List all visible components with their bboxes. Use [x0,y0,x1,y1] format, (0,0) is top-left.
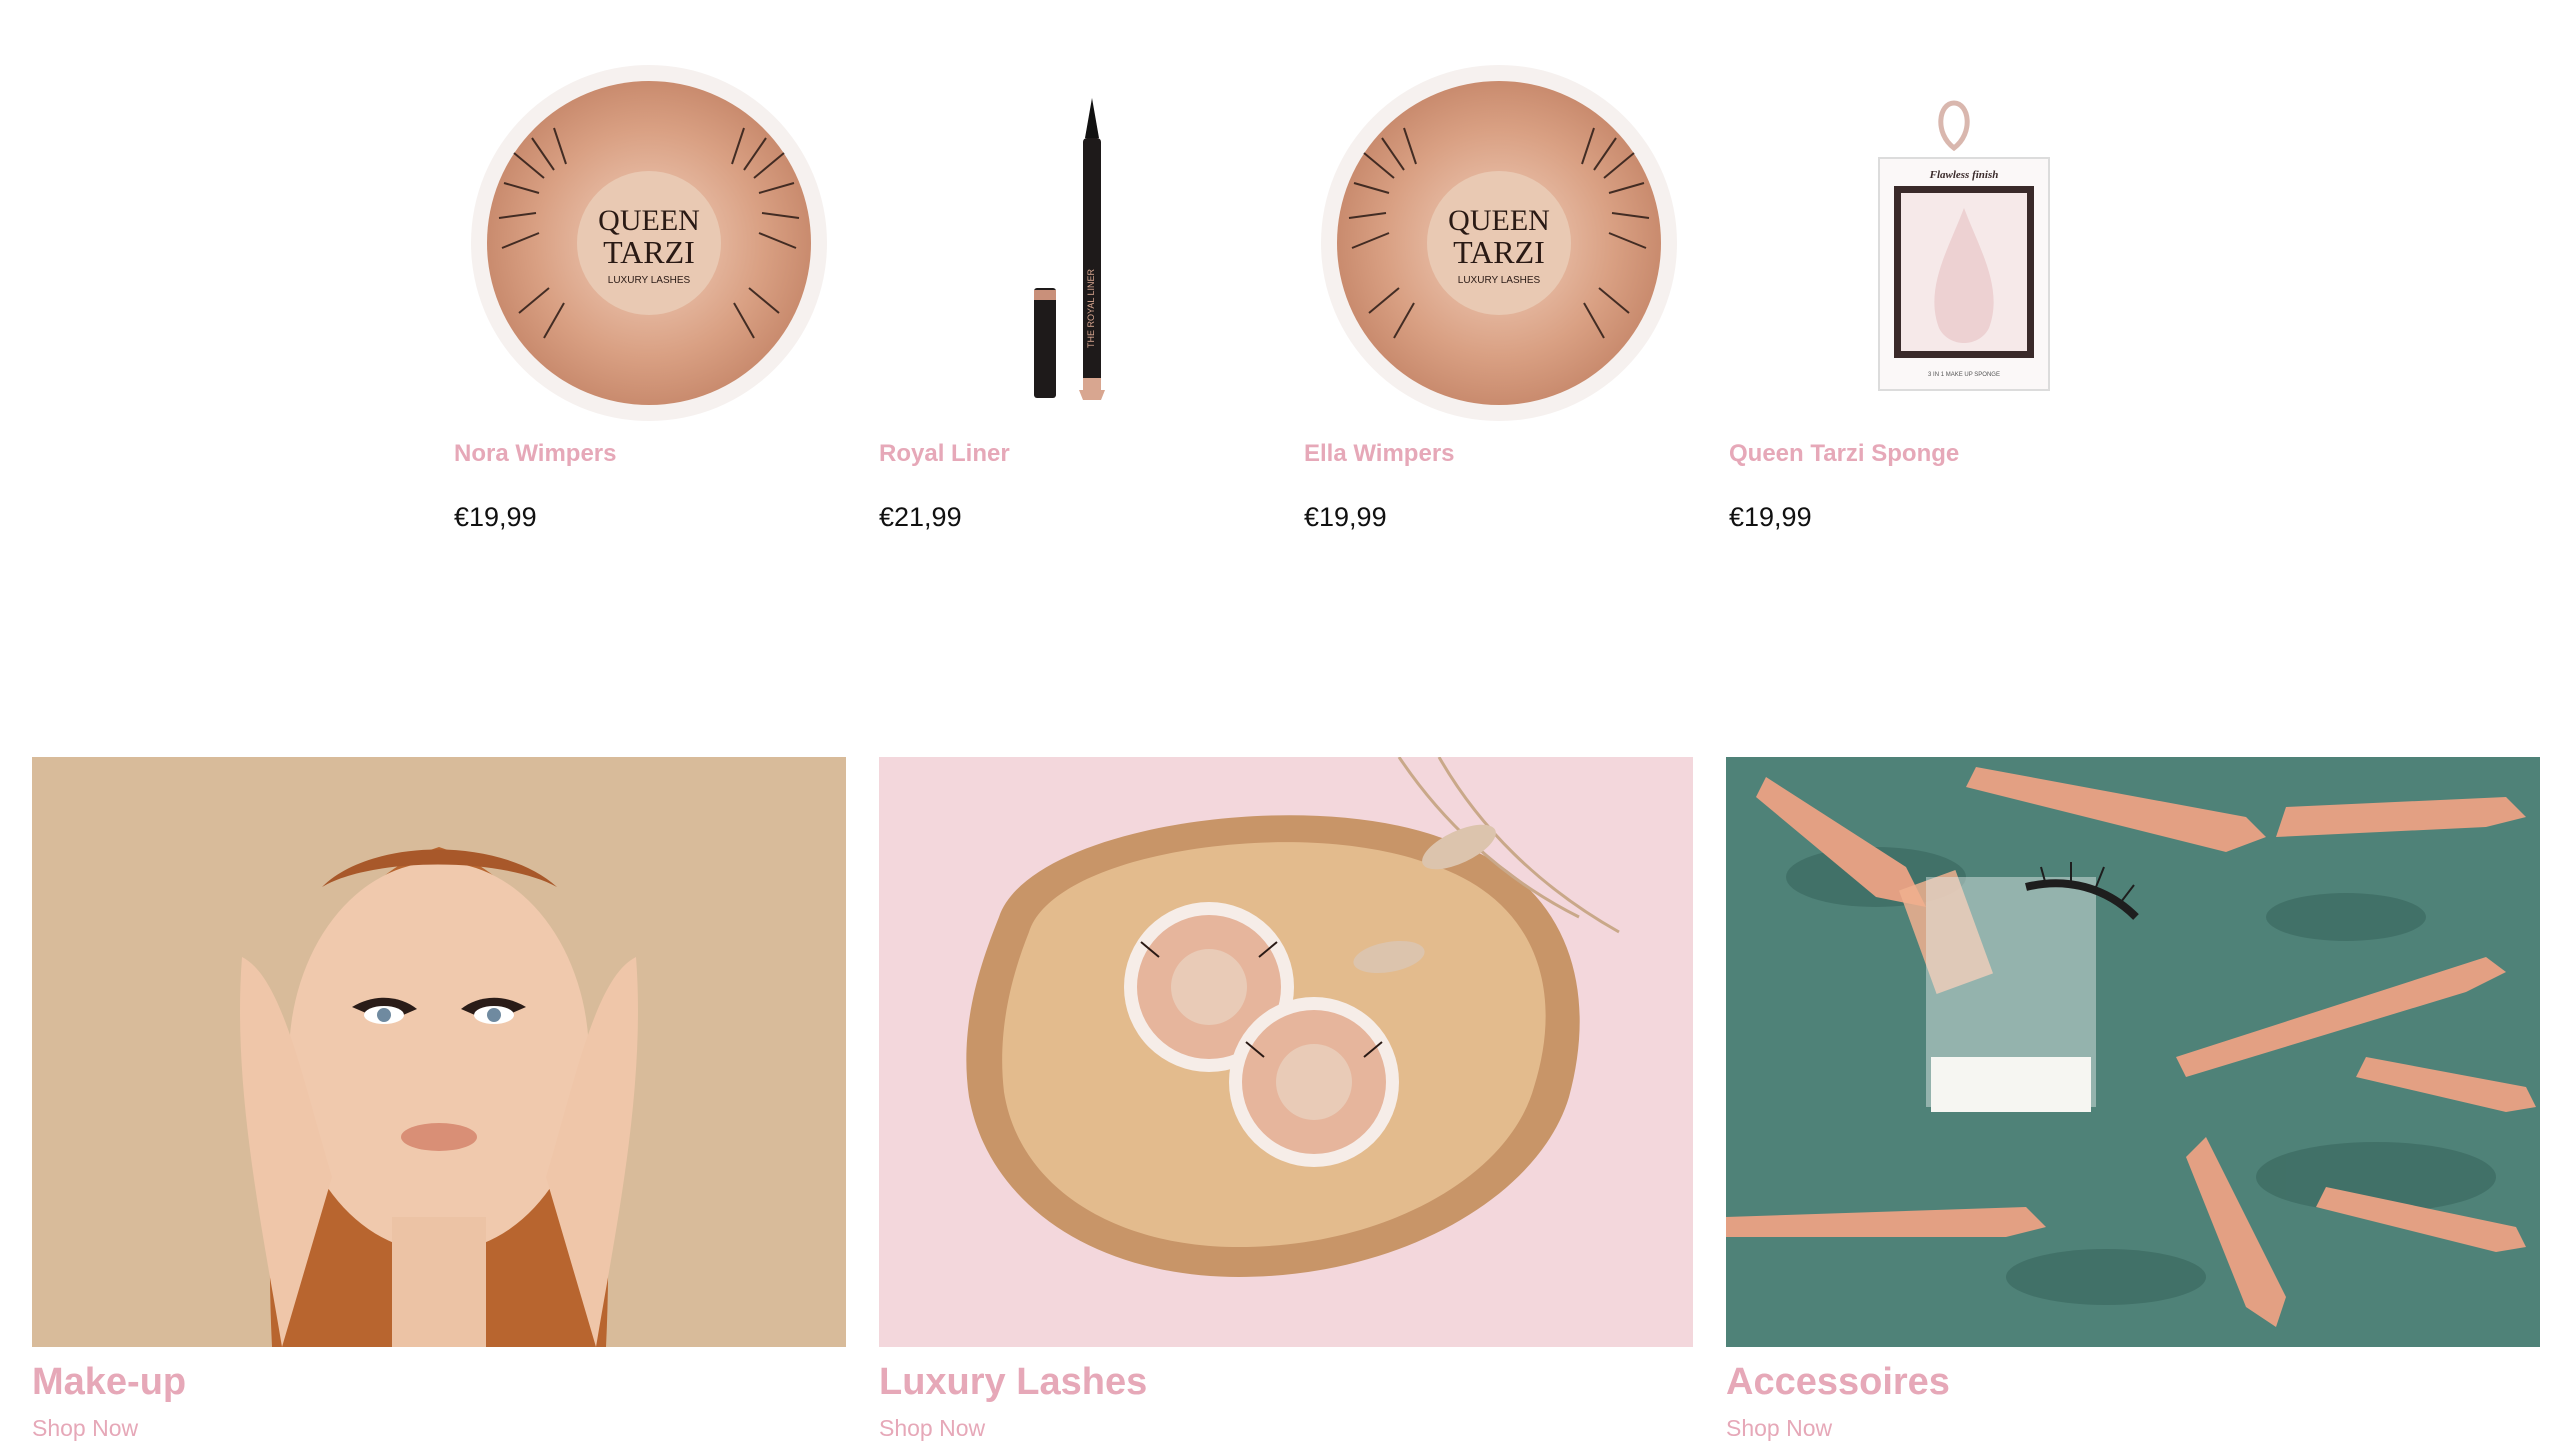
product-price: €19,99 [1304,502,1387,532]
product-price: €19,99 [1729,502,1812,532]
lash-box-icon[interactable]: QUEEN TARZI LUXURY LASHES [454,58,844,428]
shop-now-link[interactable]: Shop Now [879,1415,985,1442]
sponge-box-label-top: Flawless finish [1929,169,1999,181]
lash-box-brand-bottom: TARZI [1453,234,1545,270]
shop-now-link[interactable]: Shop Now [1726,1415,1832,1442]
sponge-box-label-bottom: 3 IN 1 MAKE UP SPONGE [1928,372,2000,378]
product-price: €19,99 [454,502,537,532]
lash-box-tagline: LUXURY LASHES [1458,275,1541,286]
category-card-accessoires[interactable]: Accessoires Shop Now [1726,757,2540,1450]
makeup-model-image[interactable] [32,757,846,1347]
product-card[interactable]: Flawless finish 3 IN 1 MAKE UP SPONGE Qu… [1729,58,2119,558]
product-card[interactable]: QUEEN TARZI LUXURY LASHES Ella Wimpers €… [1304,58,1694,558]
shop-now-link[interactable]: Shop Now [32,1415,138,1442]
lashes-on-wood-image[interactable] [879,757,1693,1347]
category-card-luxury-lashes[interactable]: Luxury Lashes Shop Now [879,757,1693,1450]
category-card-makeup[interactable]: Make-up Shop Now [32,757,846,1450]
product-name[interactable]: Royal Liner [879,440,1010,468]
lash-box-brand-top: QUEEN [1448,204,1550,237]
lash-box-tagline: LUXURY LASHES [608,275,691,286]
lash-box-brand-top: QUEEN [598,204,700,237]
product-card[interactable]: THE ROYAL LINER Royal Liner €21,99 [879,58,1269,558]
lash-box-brand-bottom: TARZI [603,234,695,270]
lash-applicators-image[interactable] [1726,757,2540,1347]
category-title[interactable]: Luxury Lashes [879,1361,1147,1404]
category-title[interactable]: Accessoires [1726,1361,1950,1404]
product-card[interactable]: QUEEN TARZI LUXURY LASHES Nora Wimpers €… [454,58,844,558]
eyeliner-pen-icon[interactable]: THE ROYAL LINER [879,58,1269,428]
product-grid: QUEEN TARZI LUXURY LASHES Nora Wimpers €… [454,58,2154,558]
product-price: €21,99 [879,502,962,532]
product-name[interactable]: Nora Wimpers [454,440,617,468]
product-name[interactable]: Queen Tarzi Sponge [1729,440,1959,468]
makeup-sponge-box-icon[interactable]: Flawless finish 3 IN 1 MAKE UP SPONGE [1729,58,2119,428]
liner-pen-text: THE ROYAL LINER [1086,268,1096,348]
lash-box-icon[interactable]: QUEEN TARZI LUXURY LASHES [1304,58,1694,428]
product-name[interactable]: Ella Wimpers [1304,440,1455,468]
category-title[interactable]: Make-up [32,1361,186,1404]
